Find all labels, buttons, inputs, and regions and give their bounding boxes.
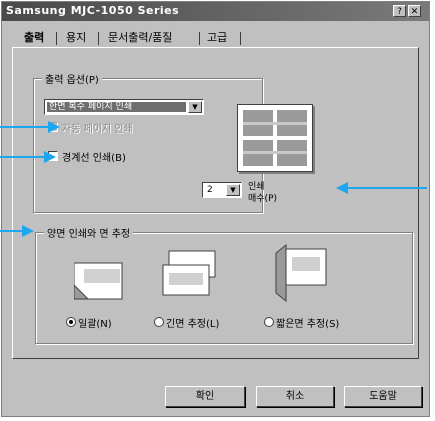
tab-output[interactable]: 출력	[24, 28, 44, 48]
tab-quality[interactable]: 문서출력/품질	[108, 28, 172, 48]
duplex-none-label: 일괄(N)	[78, 319, 112, 330]
tab-separator	[199, 32, 200, 45]
print-options-title: 출력 옵션(P)	[42, 71, 102, 86]
single-sided-icon	[74, 262, 123, 300]
chevron-down-icon[interactable]: ▼	[226, 184, 240, 196]
layout-combo[interactable]: 한면 복수 페이지 인쇄 ▼	[44, 99, 204, 115]
tab-advanced[interactable]: 고급	[207, 28, 227, 48]
title-bar: Samsung MJC-1050 Series ? ✕	[2, 2, 429, 21]
ok-button[interactable]: 확인	[165, 386, 245, 407]
close-button[interactable]: ✕	[408, 5, 421, 17]
pages-label-line2: 매수(P)	[248, 194, 278, 204]
window-title: Samsung MJC-1050 Series	[6, 4, 180, 17]
duplex-long-label: 긴면 추정(L)	[166, 319, 220, 330]
duplex-long-radio[interactable]	[154, 317, 164, 327]
tab-paper[interactable]: 용지	[66, 28, 86, 48]
duplex-group: 양면 인쇄와 면 추정 일괄(N) 긴면 추정(L) 짧은면 추정(S)	[35, 225, 413, 344]
page-layout-preview-icon	[237, 104, 313, 172]
help-button[interactable]: ?	[393, 5, 406, 17]
pages-per-sheet-combo[interactable]: 2 ▼	[202, 182, 242, 198]
chevron-down-icon[interactable]: ▼	[188, 101, 202, 113]
page-order-label: 자동 페이지 인쇄	[62, 124, 133, 135]
tab-separator	[56, 32, 57, 45]
cancel-button[interactable]: 취소	[256, 386, 334, 407]
duplex-short-radio[interactable]	[264, 317, 274, 327]
tab-separator	[240, 32, 241, 45]
tab-panel-output: 출력 옵션(P) 한면 복수 페이지 인쇄 ▼ 자동 페이지 인쇄 경계선 인쇄…	[12, 47, 419, 359]
long-edge-icon	[162, 250, 216, 296]
short-edge-icon	[275, 243, 327, 303]
border-label: 경계선 인쇄(B)	[62, 153, 126, 164]
tab-separator	[98, 32, 99, 45]
help-dialog-button[interactable]: 도움말	[344, 386, 422, 407]
printer-properties-dialog: Samsung MJC-1050 Series ? ✕ 출력 용지 문서출력/품…	[1, 1, 430, 417]
pages-per-sheet-value: 2	[205, 185, 225, 195]
print-options-group: 출력 옵션(P) 한면 복수 페이지 인쇄 ▼ 자동 페이지 인쇄 경계선 인쇄…	[33, 71, 277, 213]
duplex-none-radio[interactable]	[66, 317, 76, 327]
duplex-title: 양면 인쇄와 면 추정	[44, 225, 134, 240]
layout-combo-value: 한면 복수 페이지 인쇄	[47, 102, 186, 112]
duplex-short-label: 짧은면 추정(S)	[276, 319, 340, 330]
